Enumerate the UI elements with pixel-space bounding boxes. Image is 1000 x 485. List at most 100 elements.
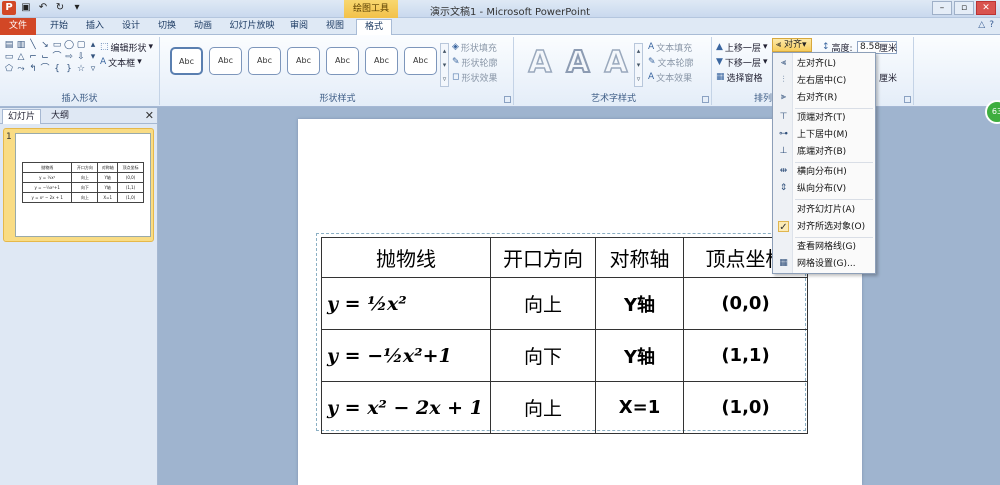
arc-shape-icon[interactable]: ⌒	[40, 64, 50, 74]
vertex-cell[interactable]: (1,0)	[683, 381, 808, 434]
wordart-style-2[interactable]: A	[560, 44, 596, 81]
right-arrow-shape-icon[interactable]: ⇨	[64, 52, 74, 62]
send-backward-button[interactable]: ▼ 下移一层 ▾	[716, 55, 767, 69]
tab-transitions[interactable]: 切换	[152, 19, 182, 35]
rectangle-shape-icon[interactable]: ▭	[52, 40, 62, 50]
menu-item-align-selected-objects[interactable]: ✓ 对齐所选对象(O)	[773, 219, 875, 235]
rect2-shape-icon[interactable]: ▭	[4, 52, 14, 62]
tab-design[interactable]: 设计	[116, 19, 146, 35]
oval-shape-icon[interactable]: ◯	[64, 40, 74, 50]
scroll-up-icon[interactable]: ▴	[635, 44, 642, 58]
wordart-style-3[interactable]: A	[598, 44, 634, 81]
axis-cell[interactable]: X=1	[595, 381, 684, 434]
menu-item-grid-settings[interactable]: ▦ 网格设置(G)...	[773, 256, 875, 272]
size-launcher-icon[interactable]	[904, 96, 911, 103]
edit-shape-button[interactable]: ⬚ 编辑形状 ▾	[100, 40, 153, 54]
tab-file[interactable]: 文件	[0, 18, 36, 35]
tab-format[interactable]: 格式	[356, 19, 392, 35]
align-button[interactable]: ⫷ 对齐▾	[772, 38, 812, 52]
arrow-line-shape-icon[interactable]: ↘	[40, 40, 50, 50]
gallery-more-icon[interactable]: ▿	[635, 72, 642, 86]
gallery-up-icon[interactable]: ▴	[88, 40, 98, 50]
shape-style-gallery-scroll[interactable]: ▴ ▾ ▿	[440, 43, 449, 87]
text-effects-button[interactable]: A 文本效果	[648, 70, 692, 84]
redo-icon[interactable]: ↻	[53, 1, 67, 15]
equation-cell[interactable]: y = −½x²+1	[321, 329, 491, 382]
shape-outline-button[interactable]: ✎ 形状轮廓	[452, 55, 498, 69]
equation-cell[interactable]: y = x² − 2x + 1	[321, 381, 491, 434]
customize-qat-icon[interactable]: ▾	[70, 1, 84, 15]
shape-fill-button[interactable]: ◈ 形状填充	[452, 40, 497, 54]
text-box-button[interactable]: A 文本框 ▾	[100, 55, 142, 69]
menu-item-align-middle[interactable]: ⊶ 上下居中(M)	[773, 127, 875, 143]
shape-effects-button[interactable]: ◻ 形状效果	[452, 70, 498, 84]
rounded-rect-shape-icon[interactable]: ▢	[76, 40, 86, 50]
vertex-cell[interactable]: (0,0)	[683, 277, 808, 330]
close-icon[interactable]: ✕	[145, 109, 154, 122]
menu-item-align-to-slide[interactable]: 对齐幻灯片(A)	[773, 202, 875, 218]
powerpoint-logo-icon[interactable]: P	[2, 1, 16, 15]
tab-home[interactable]: 开始	[44, 19, 74, 35]
shape-style-5[interactable]: Abc	[326, 47, 359, 75]
maximize-button[interactable]: ▫	[954, 1, 974, 15]
shape-style-2[interactable]: Abc	[209, 47, 242, 75]
tab-review[interactable]: 审阅	[284, 19, 314, 35]
star-shape-icon[interactable]: ☆	[76, 64, 86, 74]
tab-view[interactable]: 视图	[320, 19, 350, 35]
help-icon[interactable]: ?	[989, 20, 994, 30]
tab-slideshow[interactable]: 幻灯片放映	[226, 19, 278, 35]
shape-style-7[interactable]: Abc	[404, 47, 437, 75]
direction-cell[interactable]: 向下	[490, 329, 596, 382]
freeform-shape-icon[interactable]: ⤳	[16, 64, 26, 74]
scroll-up-icon[interactable]: ▴	[441, 44, 448, 58]
menu-item-align-left[interactable]: ⫷ 左对齐(L)	[773, 56, 875, 72]
gallery-down-icon[interactable]: ▾	[88, 52, 98, 62]
shape-style-4[interactable]: Abc	[287, 47, 320, 75]
ribbon-minimize-icon[interactable]: △	[978, 20, 985, 30]
menu-item-align-center[interactable]: ⫶ 左右居中(C)	[773, 73, 875, 89]
undo-icon[interactable]: ↶	[36, 1, 50, 15]
menu-item-distribute-horizontal[interactable]: ⇹ 横向分布(H)	[773, 164, 875, 180]
menu-item-align-top[interactable]: ⊤ 顶端对齐(T)	[773, 110, 875, 126]
direction-cell[interactable]: 向上	[490, 277, 596, 330]
pentagon-shape-icon[interactable]: ⬠	[4, 64, 14, 74]
shapes-gallery[interactable]: ▤ ▥ ╲ ↘ ▭ ◯ ▢ ▴ ▭ △ ⌐ ⌙ ⌒ ⇨ ⇩ ▾ ⬠ ⤳ ↰ ⌒ …	[4, 40, 96, 74]
textbox-vert-shape-icon[interactable]: ▥	[16, 40, 26, 50]
brace-left-shape-icon[interactable]: {	[52, 64, 62, 74]
header-opening-direction[interactable]: 开口方向	[490, 237, 596, 278]
text-outline-button[interactable]: ✎ 文本轮廓	[648, 55, 694, 69]
tab-outline[interactable]: 大纲	[46, 109, 74, 124]
axis-cell[interactable]: Y轴	[595, 277, 684, 330]
selection-pane-button[interactable]: ▦ 选择窗格	[716, 70, 763, 84]
line-shape-icon[interactable]: ╲	[28, 40, 38, 50]
vertex-cell[interactable]: (1,1)	[683, 329, 808, 382]
tab-insert[interactable]: 插入	[80, 19, 110, 35]
scroll-down-icon[interactable]: ▾	[635, 58, 642, 72]
shape-style-3[interactable]: Abc	[248, 47, 281, 75]
header-parabola[interactable]: 抛物线	[321, 237, 491, 278]
shape-style-6[interactable]: Abc	[365, 47, 398, 75]
elbow2-shape-icon[interactable]: ⌙	[40, 52, 50, 62]
direction-cell[interactable]: 向上	[490, 381, 596, 434]
header-axis-of-symmetry[interactable]: 对称轴	[595, 237, 684, 278]
tab-animations[interactable]: 动画	[188, 19, 218, 35]
gallery-more-icon[interactable]: ▿	[441, 72, 448, 86]
slide-thumbnail[interactable]: 抛物线 开口方向 对称轴 顶点坐标 y = ½x² 向上 Y轴 (0,0) y …	[15, 133, 151, 237]
parabola-table[interactable]: 抛物线 开口方向 对称轴 顶点坐标 y = ½x² 向上 Y轴 (0,0) y …	[321, 237, 808, 434]
menu-item-view-gridlines[interactable]: 查看网格线(G)	[773, 239, 875, 255]
axis-cell[interactable]: Y轴	[595, 329, 684, 382]
minimize-button[interactable]: –	[932, 1, 952, 15]
gallery-more-icon[interactable]: ▿	[88, 64, 98, 74]
curve-shape-icon[interactable]: ⌒	[52, 52, 62, 62]
wordart-gallery-scroll[interactable]: ▴ ▾ ▿	[634, 43, 643, 87]
tab-slides[interactable]: 幻灯片	[2, 109, 42, 124]
down-arrow-shape-icon[interactable]: ⇩	[76, 52, 86, 62]
bring-forward-button[interactable]: ▲ 上移一层 ▾	[716, 40, 767, 54]
triangle-shape-icon[interactable]: △	[16, 52, 26, 62]
text-fill-button[interactable]: A 文本填充	[648, 40, 692, 54]
menu-item-distribute-vertical[interactable]: ⇕ 纵向分布(V)	[773, 181, 875, 197]
wordart-style-1[interactable]: A	[522, 44, 558, 81]
textbox-shape-icon[interactable]: ▤	[4, 40, 14, 50]
menu-item-align-right[interactable]: ⫸ 右对齐(R)	[773, 90, 875, 106]
shape-style-1[interactable]: Abc	[170, 47, 203, 75]
